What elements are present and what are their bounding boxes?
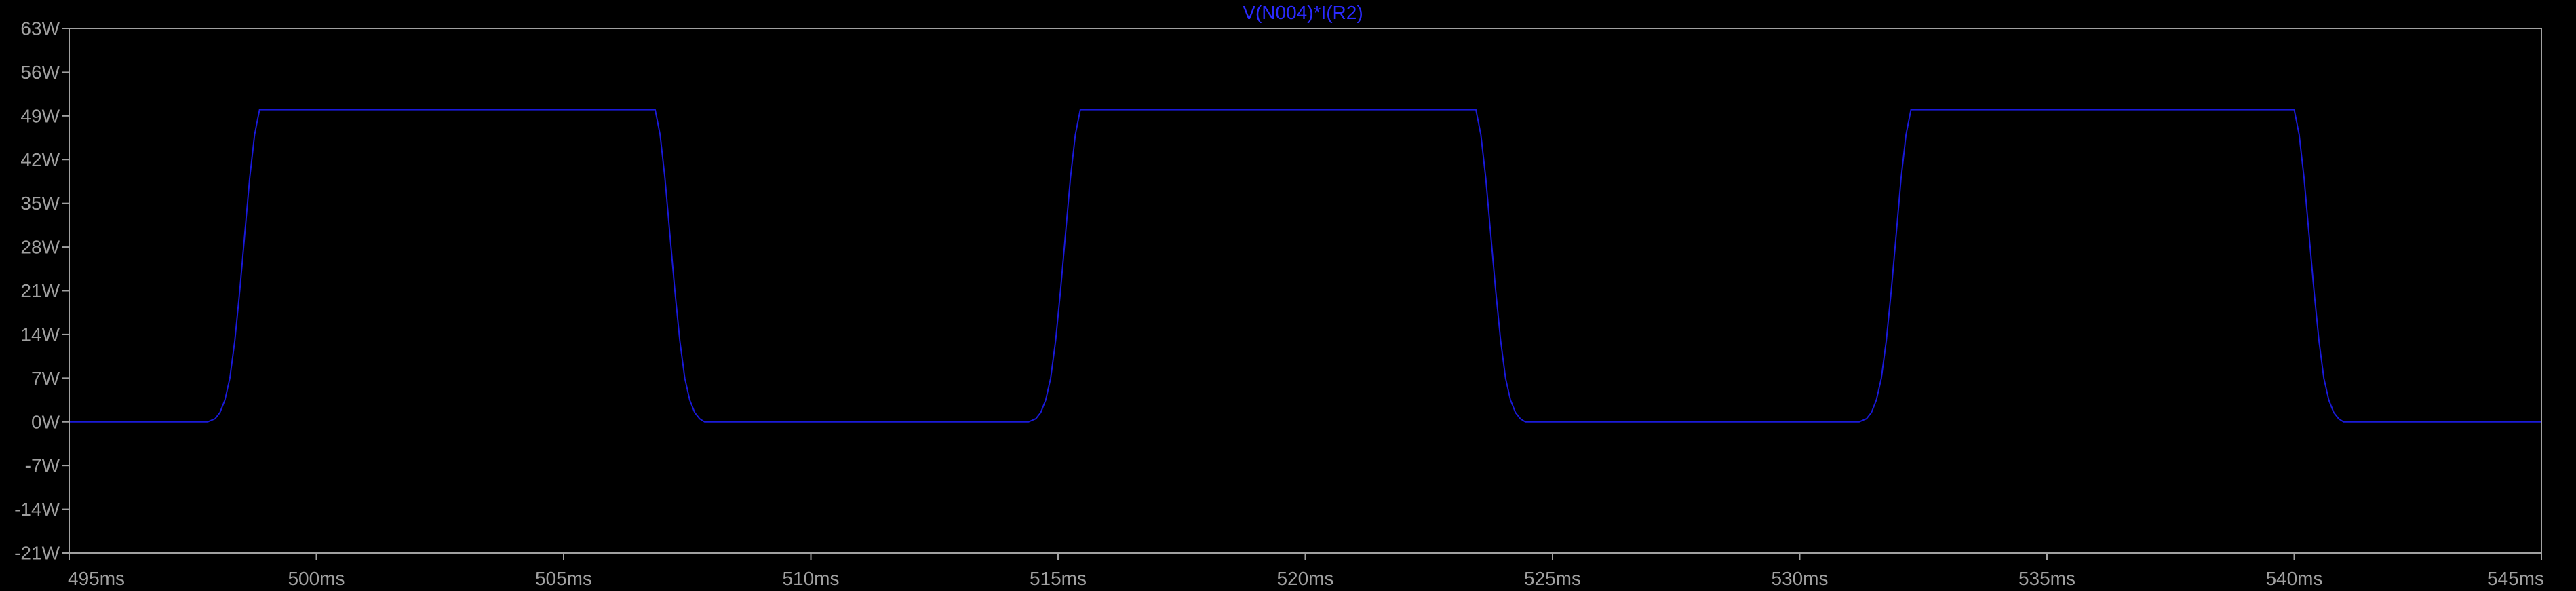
- x-tick-label: 545ms: [2487, 568, 2544, 589]
- x-tick-label: 535ms: [2018, 568, 2075, 589]
- x-tick-label: 530ms: [1771, 568, 1828, 589]
- y-tick-label: 56W: [20, 62, 60, 83]
- y-tick-label: 42W: [20, 149, 60, 170]
- y-axis-ticks: 63W 56W 49W 42W 35W 28W 21W 14W 7W 0W -7W -14W -21W: [14, 18, 69, 564]
- y-tick-label: 28W: [20, 237, 60, 258]
- x-tick-label: 525ms: [1524, 568, 1581, 589]
- x-tick-label: 520ms: [1276, 568, 1333, 589]
- y-tick-label: 7W: [31, 368, 60, 389]
- y-tick-label: 35W: [20, 193, 60, 214]
- x-tick-label: 510ms: [782, 568, 839, 589]
- waveform-chart[interactable]: V(N004)*I(R2) 63W 56W 49W 42W 35W 28W 21W 14W 7W…: [0, 0, 2576, 591]
- x-axis-ticks: 495ms 500ms 505ms 510ms 515ms 520ms 525ms 530ms…: [68, 553, 2544, 589]
- x-tick-label: 500ms: [288, 568, 345, 589]
- x-tick-label: 495ms: [68, 568, 125, 589]
- y-tick-label: 49W: [20, 105, 60, 126]
- waveform-plot-pane[interactable]: V(N004)*I(R2) 63W 56W 49W 42W 35W 28W 21W 14W 7W…: [0, 0, 2576, 591]
- y-tick-label: 63W: [20, 18, 60, 39]
- y-tick-label: -14W: [14, 499, 60, 520]
- trace-title[interactable]: V(N004)*I(R2): [1243, 2, 1363, 23]
- y-tick-label: -7W: [25, 455, 60, 476]
- x-tick-label: 540ms: [2265, 568, 2322, 589]
- y-tick-label: 0W: [31, 411, 60, 432]
- x-tick-label: 505ms: [535, 568, 592, 589]
- plot-area[interactable]: [69, 28, 2541, 553]
- y-tick-label: 14W: [20, 324, 60, 345]
- x-tick-label: 515ms: [1030, 568, 1087, 589]
- y-tick-label: 21W: [20, 280, 60, 301]
- y-tick-label: -21W: [14, 543, 60, 564]
